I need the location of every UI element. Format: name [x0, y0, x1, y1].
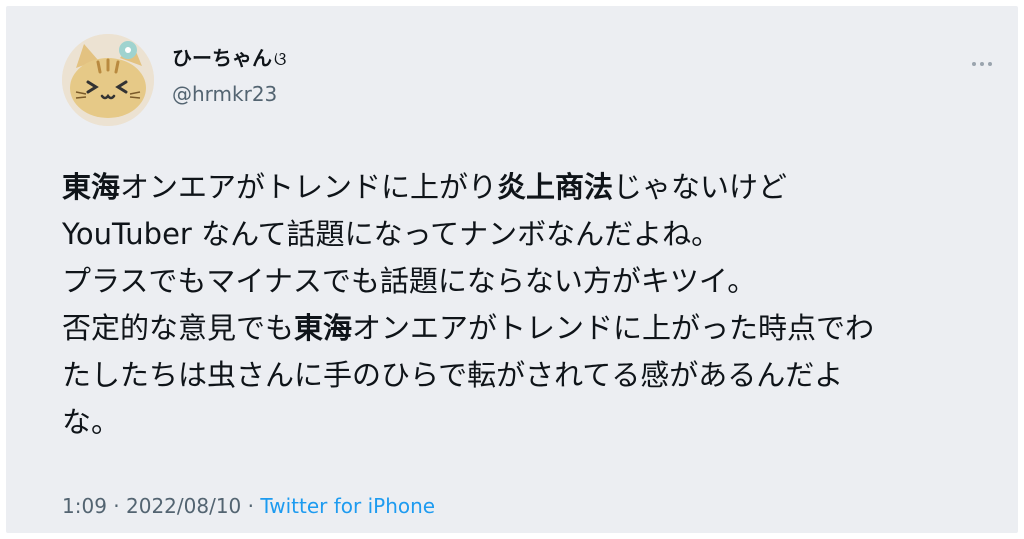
bold-segment: 炎上商法: [497, 170, 614, 204]
meta-separator: ·: [106, 494, 126, 518]
tweet-text-line: な。: [62, 399, 982, 446]
bold-segment: 東海: [62, 170, 121, 204]
text-segment: 否定的な意見でも: [62, 311, 295, 345]
tweet-text-line: 東海オンエアがトレンドに上がり炎上商法じゃないけど: [62, 164, 982, 211]
bold-segment: 東海: [294, 311, 353, 345]
text-segment: YouTuber なんて話題になってナンボなんだよね。: [62, 217, 721, 251]
tweet-text-line: 否定的な意見でも東海オンエアがトレンドに上がった時点でわ: [62, 305, 982, 352]
tweet-date[interactable]: 2022/08/10: [126, 494, 241, 518]
text-segment: たしたちは虫さんに手のひらで転がされてる感があるんだよ: [62, 358, 844, 392]
name-emoji: ଓ: [274, 49, 287, 70]
tweet-text-line: プラスでもマイナスでも話題にならない方がキツイ。: [62, 258, 982, 305]
tweet-text-line: YouTuber なんて話題になってナンボなんだよね。: [62, 211, 982, 258]
tweet-text-line: たしたちは虫さんに手のひらで転がされてる感があるんだよ: [62, 352, 982, 399]
tweet-meta: 1:09 · 2022/08/10 · Twitter for iPhone: [62, 494, 435, 518]
display-name-text: ひーちゃん: [172, 46, 272, 70]
text-segment: オンエアがトレンドに上がった時点でわ: [352, 311, 875, 345]
user-handle[interactable]: @hrmkr23: [172, 82, 277, 106]
text-segment: じゃないけど: [613, 170, 788, 204]
more-options-icon[interactable]: [966, 58, 998, 70]
display-name[interactable]: ひーちゃん ଓ: [172, 42, 286, 71]
tweet-time[interactable]: 1:09: [62, 494, 107, 518]
dot-icon: [988, 62, 992, 66]
dot-icon: [972, 62, 976, 66]
cat-avatar-icon: [62, 34, 154, 126]
meta-separator: ·: [241, 494, 261, 518]
tweet-text: 東海オンエアがトレンドに上がり炎上商法じゃないけど YouTuber なんて話題に…: [62, 164, 982, 446]
text-segment: な。: [62, 405, 121, 439]
tweet-card: ひーちゃん ଓ @hrmkr23 東海オンエアがトレンドに上がり炎上商法じゃないけ…: [6, 6, 1018, 533]
source-link[interactable]: Twitter for iPhone: [260, 494, 435, 518]
text-segment: オンエアがトレンドに上がり: [120, 170, 498, 204]
avatar[interactable]: [62, 34, 154, 126]
text-segment: プラスでもマイナスでも話題にならない方がキツイ。: [62, 264, 757, 298]
dot-icon: [980, 62, 984, 66]
